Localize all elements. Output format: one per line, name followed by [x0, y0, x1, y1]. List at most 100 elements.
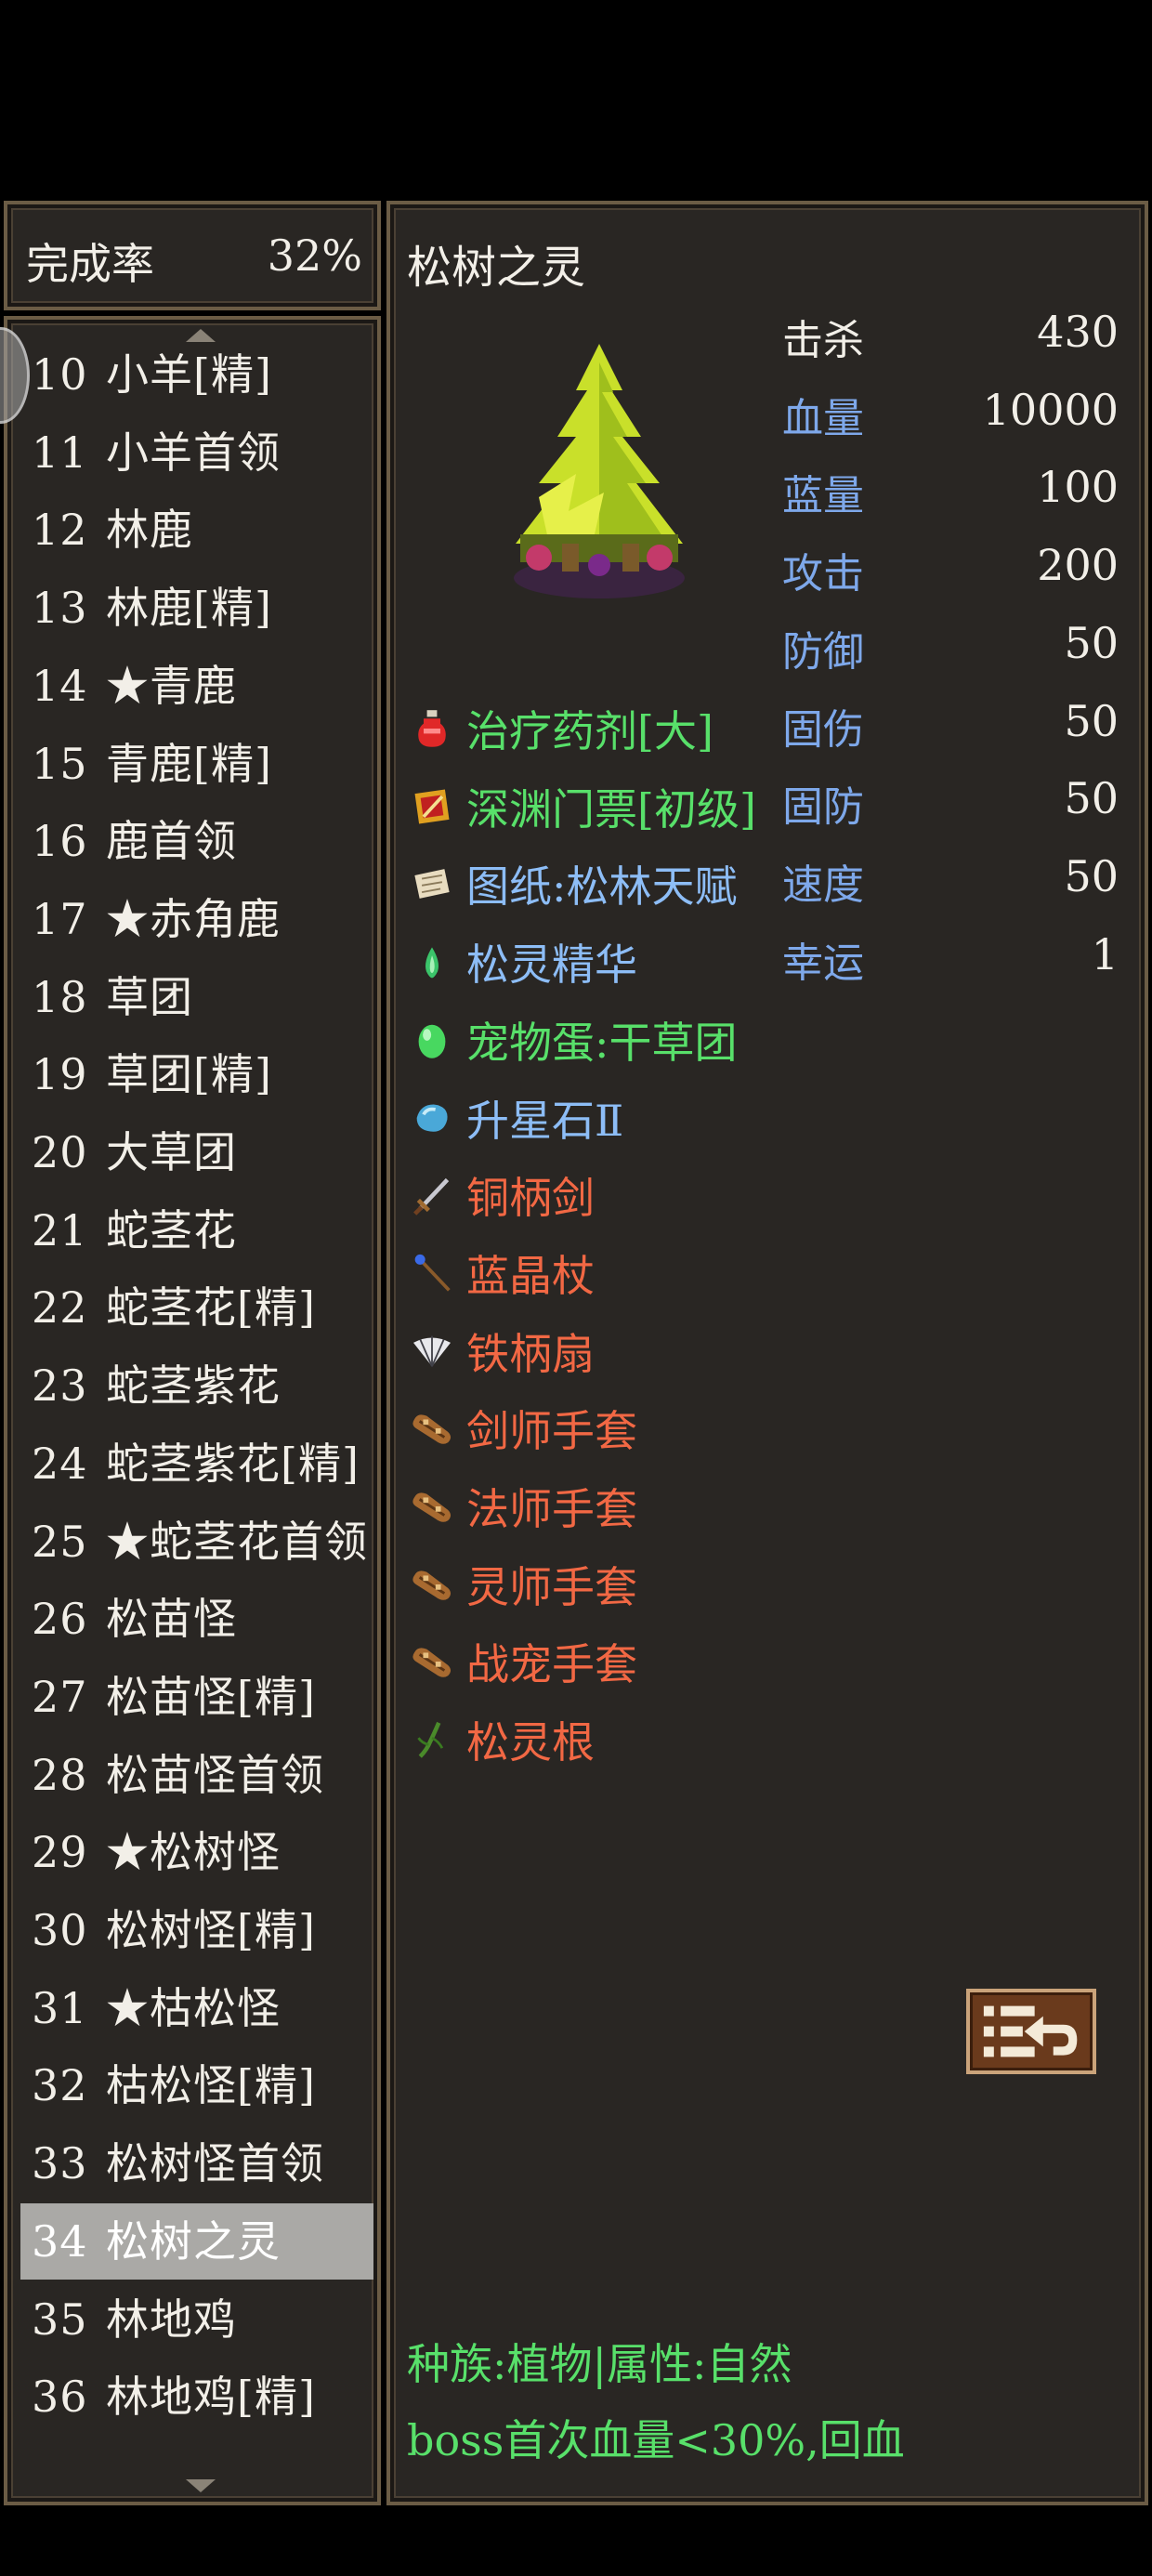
monster-list-item[interactable]: 14 ★青鹿 — [20, 648, 373, 724]
monster-name: 松苗怪首领 — [106, 1749, 324, 1800]
monster-number: 30 — [32, 1905, 88, 1955]
drop-item[interactable]: 图纸:松林天赋 — [409, 850, 738, 917]
drop-item[interactable]: 战宠手套 — [409, 1628, 637, 1695]
scroll-icon — [409, 858, 455, 910]
drop-item[interactable]: 法师手套 — [409, 1473, 637, 1540]
monster-number: 22 — [32, 1282, 88, 1334]
monster-name: 松树怪首领 — [106, 2138, 324, 2189]
monster-list-item[interactable]: 19 草团[精] — [20, 1036, 373, 1112]
egg-icon — [409, 1014, 455, 1066]
drop-item[interactable]: 铜柄剑 — [409, 1162, 595, 1229]
monster-number: 16 — [32, 816, 88, 867]
monster-name: 鹿首领 — [106, 816, 237, 867]
monster-list-item[interactable]: 18 草团 — [20, 959, 373, 1035]
monster-name: 小羊首领 — [106, 427, 281, 478]
drop-item[interactable]: 剑师手套 — [409, 1395, 637, 1462]
return-arrow-icon — [983, 2005, 1078, 2057]
monster-list-item[interactable]: 27 松苗怪[精] — [20, 1659, 373, 1735]
essence-icon — [409, 936, 455, 988]
stat-label: 蓝量 — [782, 472, 864, 520]
monster-list-item[interactable]: 33 松树怪首领 — [20, 2125, 373, 2201]
monster-list-item[interactable]: 24 蛇茎紫花[精] — [20, 1426, 373, 1502]
monster-list-item[interactable]: 23 蛇茎紫花 — [20, 1347, 373, 1424]
monster-list-item[interactable]: 29 ★松树怪 — [20, 1814, 373, 1890]
monster-number: 27 — [32, 1671, 88, 1722]
monster-list-item[interactable]: 10 小羊[精] — [20, 336, 373, 413]
stat-value: 50 — [1064, 617, 1119, 668]
drop-item-name: 治疗药剂[大] — [466, 706, 713, 756]
stat-value: 50 — [1064, 695, 1119, 746]
monster-name: 松苗怪 — [106, 1594, 237, 1645]
monster-list-item[interactable]: 11 小羊首领 — [20, 414, 373, 491]
monster-list-item[interactable]: 28 松苗怪首领 — [20, 1737, 373, 1813]
drop-item-name: 法师手套 — [466, 1484, 637, 1534]
completion-value: 32% — [267, 230, 362, 281]
return-button[interactable] — [966, 1989, 1096, 2074]
monster-number: 15 — [32, 738, 88, 789]
drop-item[interactable]: 灵师手套 — [409, 1551, 637, 1618]
monster-list-item[interactable]: 22 蛇茎花[精] — [20, 1269, 373, 1346]
stat-label: 击杀 — [782, 317, 864, 364]
scroll-down-arrow-icon[interactable] — [186, 2479, 216, 2492]
glove-icon — [409, 1480, 455, 1532]
monster-name: 草团[精] — [106, 1049, 272, 1100]
monster-list-item[interactable]: 26 松苗怪 — [20, 1581, 373, 1657]
drop-item[interactable]: 松灵根 — [409, 1706, 595, 1773]
drop-item[interactable]: 宠物蛋:干草团 — [409, 1006, 738, 1073]
stat-value: 50 — [1064, 850, 1119, 901]
drop-item-name: 灵师手套 — [466, 1561, 637, 1612]
monster-list-item[interactable]: 25 ★蛇茎花首领 — [20, 1504, 373, 1580]
drop-item[interactable]: 升星石Ⅱ — [409, 1084, 623, 1151]
monster-list-item[interactable]: 34 松树之灵 — [20, 2202, 373, 2280]
monster-number: 26 — [32, 1594, 88, 1645]
drop-item[interactable]: 松灵精华 — [409, 928, 637, 995]
drop-item[interactable]: 铁柄扇 — [409, 1318, 595, 1385]
monster-number: 36 — [32, 2372, 88, 2423]
completion-panel: 完成率 32% — [4, 201, 381, 310]
drop-item-name: 战宠手套 — [466, 1639, 637, 1690]
monster-number: 19 — [32, 1049, 88, 1100]
drop-item-name: 铁柄扇 — [466, 1328, 595, 1379]
monster-list-item[interactable]: 31 ★枯松怪 — [20, 1970, 373, 2046]
drop-item[interactable]: 蓝晶杖 — [409, 1240, 595, 1307]
monster-list-item[interactable]: 17 ★赤角鹿 — [20, 881, 373, 957]
monster-name: 松苗怪[精] — [106, 1671, 316, 1722]
monster-name: 草团 — [106, 971, 193, 1022]
monster-list-item[interactable]: 36 林地鸡[精] — [20, 2359, 373, 2435]
monster-list-item[interactable]: 12 林鹿 — [20, 492, 373, 568]
monster-number: 17 — [32, 893, 88, 944]
monster-list-item[interactable]: 16 鹿首领 — [20, 803, 373, 879]
monster-number: 32 — [32, 2060, 88, 2111]
monster-list[interactable]: 10 小羊[精] 11 小羊首领 12 林鹿 13 林鹿[精] 14 ★青鹿 15 青鹿[精] 16 鹿首… — [4, 316, 381, 2505]
monster-name: ★枯松怪 — [106, 1982, 281, 2033]
monster-list-item[interactable]: 21 蛇茎花 — [20, 1192, 373, 1268]
monster-list-item[interactable]: 30 松树怪[精] — [20, 1892, 373, 1968]
stat-label: 固防 — [782, 783, 864, 832]
monster-list-item[interactable]: 13 林鹿[精] — [20, 570, 373, 646]
monster-number: 13 — [32, 583, 88, 634]
sword-icon — [409, 1169, 455, 1221]
monster-name: 蛇茎紫花[精] — [106, 1438, 360, 1489]
pine-tree-spirit-sprite — [514, 344, 685, 598]
stat-value: 10000 — [982, 384, 1119, 435]
monster-list-item[interactable]: 32 枯松怪[精] — [20, 2047, 373, 2123]
monster-list-item[interactable]: 20 大草团 — [20, 1114, 373, 1190]
drop-item[interactable]: 深渊门票[初级] — [409, 773, 756, 840]
monster-list-item[interactable]: 35 林地鸡 — [20, 2281, 373, 2358]
drop-item[interactable]: 治疗药剂[大] — [409, 695, 713, 762]
glove-icon — [409, 1558, 455, 1610]
stat-label: 攻击 — [782, 550, 864, 598]
potion-icon — [409, 703, 455, 755]
drop-item-name: 升星石Ⅱ — [466, 1095, 624, 1146]
glove-icon — [409, 1636, 455, 1688]
monster-name-title: 松树之灵 — [407, 242, 586, 294]
stat-label: 速度 — [782, 861, 864, 909]
drop-item-name: 图纸:松林天赋 — [466, 861, 738, 913]
drop-item-name: 松灵根 — [466, 1717, 595, 1768]
monster-number: 29 — [32, 1827, 88, 1878]
monster-name: 蛇茎花[精] — [106, 1282, 316, 1334]
monster-name: 青鹿[精] — [106, 738, 272, 789]
race-attribute-line: 种族:植物|属性:自然 — [407, 2339, 792, 2389]
monster-number: 25 — [32, 1516, 88, 1567]
monster-list-item[interactable]: 15 青鹿[精] — [20, 726, 373, 802]
